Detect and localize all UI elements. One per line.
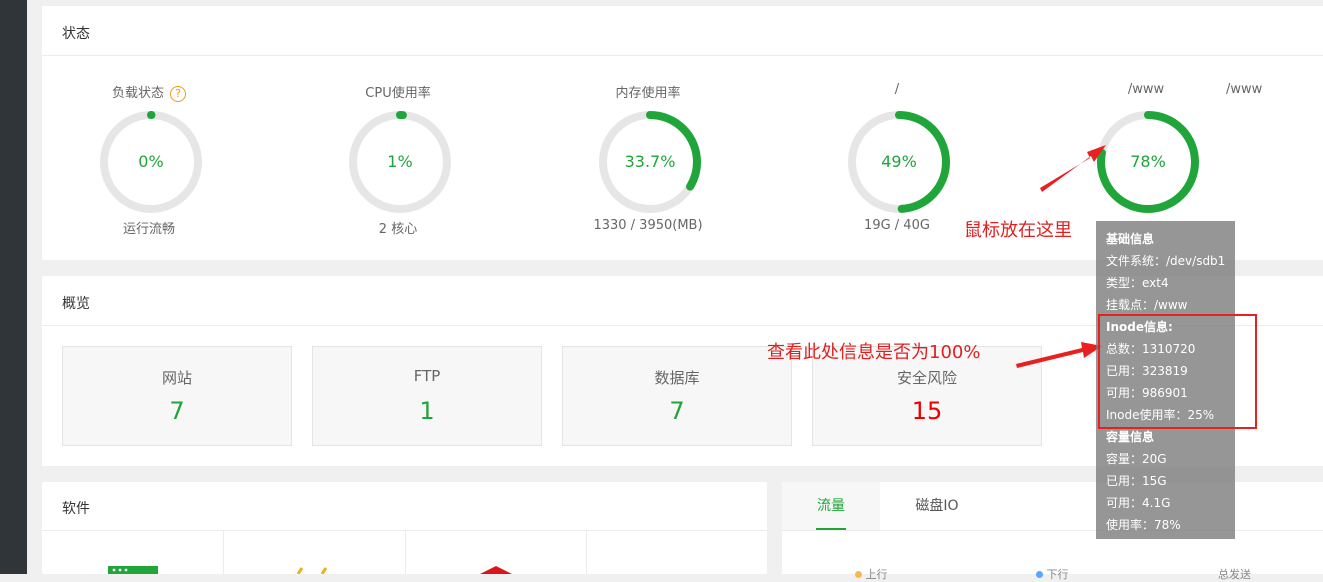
tooltip-line: 文件系统：/dev/sdb1: [1106, 254, 1226, 268]
check-hint-text: 查看此处信息是否为100%: [767, 342, 981, 363]
tooltip-section-header: 容量信息: [1106, 430, 1155, 444]
tooltip-section-header: 基础信息: [1106, 232, 1155, 246]
tooltip-line: 挂载点：/www: [1106, 298, 1188, 312]
arrow-to-inode: [1016, 342, 1102, 368]
tooltip-line: 类型：ext4: [1106, 276, 1169, 290]
inode-highlight-box: [1098, 314, 1257, 429]
tooltip-line: 使用率：78%: [1106, 518, 1181, 532]
tooltip-line: 已用：15G: [1106, 474, 1167, 488]
tooltip-line: 容量：20G: [1106, 452, 1167, 466]
arrow-to-gauge: [1040, 145, 1106, 192]
tooltip-line: 可用：4.1G: [1106, 496, 1171, 510]
hover-hint-text: 鼠标放在这里: [964, 220, 1072, 241]
